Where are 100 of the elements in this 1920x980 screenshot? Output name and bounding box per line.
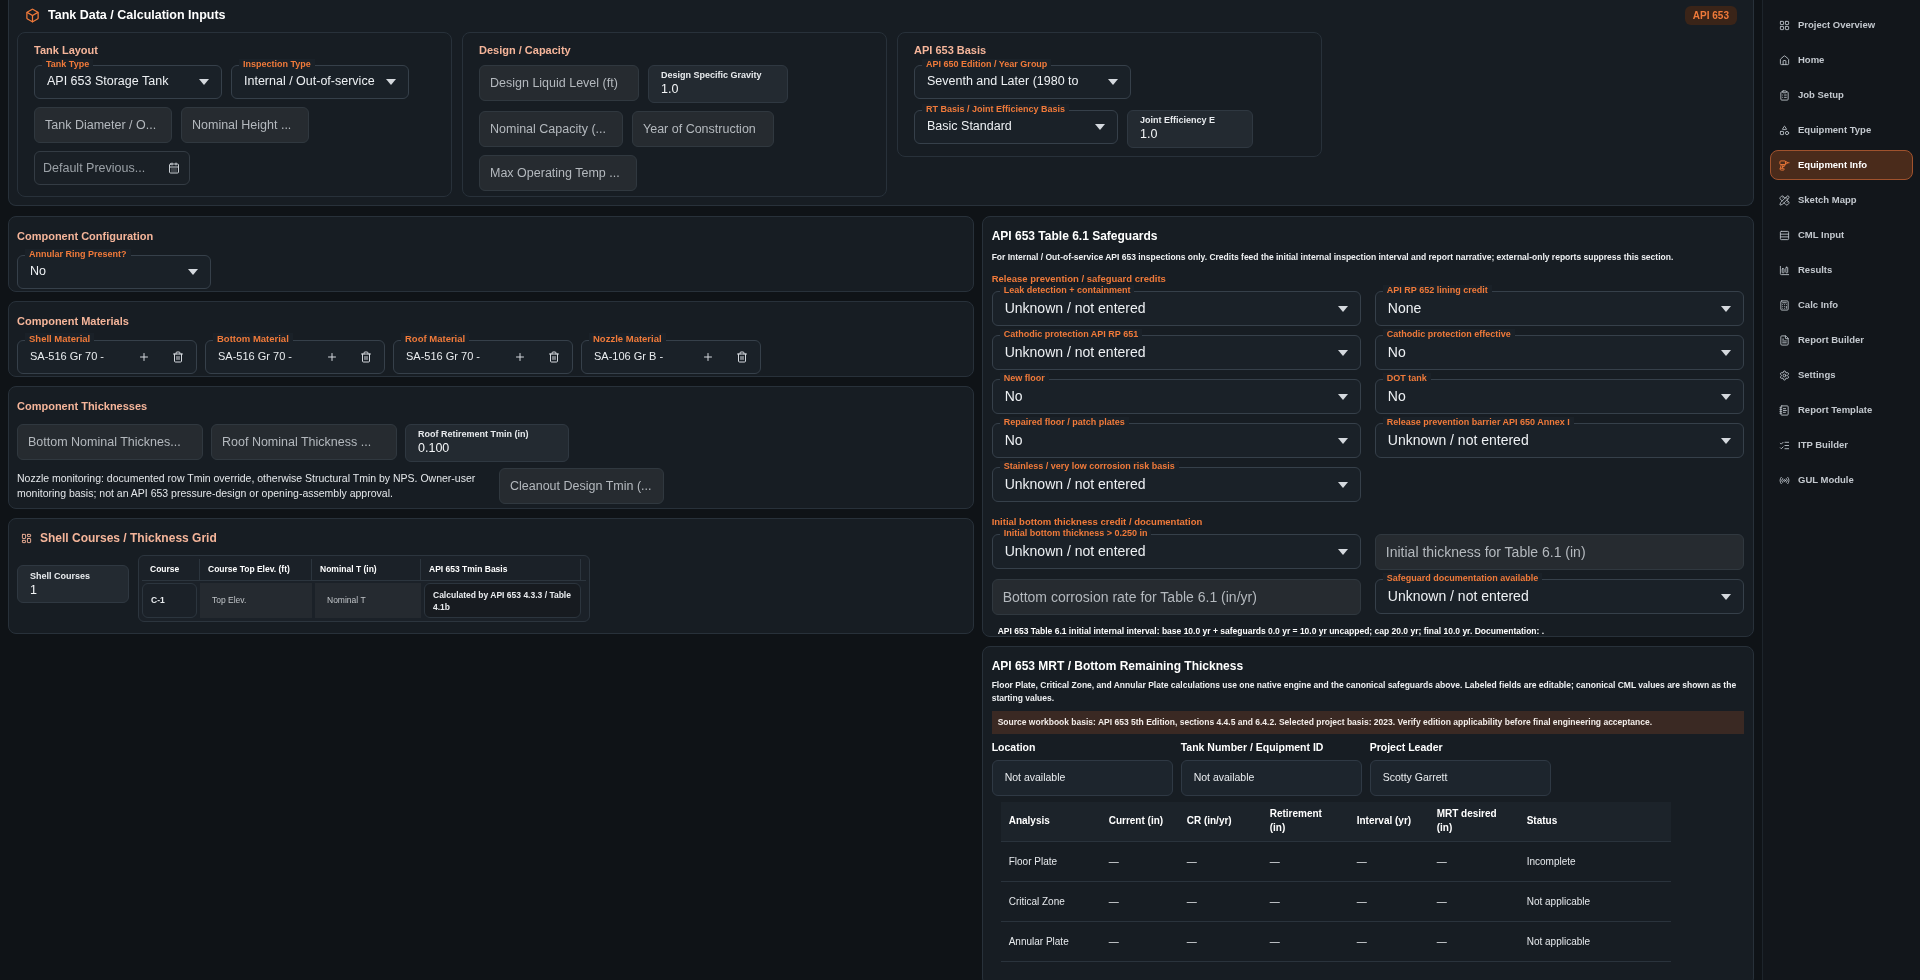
- input-field[interactable]: Not available: [1180, 759, 1362, 796]
- nav-item[interactable]: Settings: [1770, 360, 1913, 390]
- section-title: Component Configuration: [17, 229, 155, 244]
- table-cell-text: —: [1185, 854, 1198, 869]
- field-label: Roof Material: [401, 332, 470, 345]
- delete-icon[interactable]: [360, 350, 372, 363]
- nav-item[interactable]: Report Template: [1770, 395, 1913, 425]
- caret-icon: [1337, 393, 1348, 400]
- input-field[interactable]: Max Operating Temp ...: [479, 154, 637, 191]
- input-field[interactable]: Year of Construction: [632, 110, 774, 147]
- group-title: Tank Layout: [34, 43, 99, 58]
- input-field[interactable]: Initial thickness for Table 6.1 (in): [1374, 534, 1744, 570]
- table-cell-text: —: [1435, 894, 1448, 909]
- group-title: Design / Capacity: [479, 43, 572, 58]
- input-field[interactable]: Design Specific Gravity 1.0: [648, 64, 788, 103]
- field-label: Bottom Material: [213, 332, 293, 345]
- table-cell-text: Critical Zone: [1007, 894, 1066, 909]
- input-field[interactable]: Joint Efficiency E 1.0: [1127, 109, 1253, 148]
- nav-item[interactable]: Sketch Mapp: [1770, 185, 1913, 215]
- nav-item[interactable]: Job Setup: [1770, 80, 1913, 110]
- add-icon[interactable]: [326, 350, 338, 363]
- caret-icon: [1337, 548, 1348, 555]
- field-label: Location: [991, 739, 1037, 755]
- add-icon[interactable]: [702, 350, 714, 363]
- group-heading: Release prevention / safeguard credits: [991, 273, 1167, 285]
- table-cell-text: Annular Plate: [1007, 934, 1070, 949]
- field-label: Safeguard documentation available: [1382, 573, 1543, 583]
- table-cell-text: —: [1107, 854, 1120, 869]
- section-title: API 653 Table 6.1 Safeguards: [991, 228, 1159, 245]
- delete-icon[interactable]: [548, 350, 560, 363]
- input-field[interactable]: Bottom Nominal Thicknes...: [17, 423, 203, 460]
- caret-icon: [386, 78, 396, 85]
- calendar-icon[interactable]: [168, 161, 180, 174]
- calculator-icon: [1779, 299, 1790, 311]
- caret-icon: [1337, 481, 1348, 488]
- caret-icon: [1095, 123, 1105, 130]
- add-icon[interactable]: [514, 350, 526, 363]
- input-field[interactable]: Tank Diameter / O...: [34, 106, 172, 143]
- section-title: Component Materials: [17, 314, 130, 329]
- nav-item[interactable]: Equipment Type: [1770, 115, 1913, 145]
- field-label: Tank Number / Equipment ID: [1180, 739, 1325, 755]
- caret-icon: [1721, 593, 1731, 600]
- shapes-icon: [1779, 124, 1790, 136]
- field-label: Repaired floor / patch plates: [999, 417, 1129, 427]
- monitoring-note: Nozzle monitoring: documented row Tmin override, otherwise Structural Tmin by NPS. Owner-user monitoring basis; not an API 653 pressure-design or opening-assembly approval.: [17, 470, 477, 501]
- table-cell-text: —: [1355, 894, 1368, 909]
- column-header: MRT desired (in): [1435, 807, 1498, 835]
- table-input[interactable]: Top Elev.: [200, 583, 312, 618]
- input-field[interactable]: Roof Nominal Thickness ...: [211, 423, 397, 460]
- caret-icon: [1721, 349, 1731, 356]
- table-cell-text: Not applicable: [1525, 894, 1592, 909]
- nav-item[interactable]: Home: [1770, 45, 1913, 75]
- home-icon: [1779, 54, 1790, 66]
- input-field[interactable]: Bottom corrosion rate for Table 6.1 (in/yr): [991, 579, 1361, 615]
- input-field[interactable]: Nominal Capacity (...: [479, 110, 623, 147]
- table-cell-text: Not applicable: [1525, 934, 1592, 949]
- nav-item[interactable]: Results: [1770, 255, 1913, 285]
- column-header: Retirement (in): [1268, 807, 1323, 835]
- nav-item[interactable]: GUL Module: [1770, 465, 1913, 495]
- field-label: Nozzle Material: [589, 332, 666, 345]
- nav-item[interactable]: Calc Info: [1770, 290, 1913, 320]
- nav-item[interactable]: ITP Builder: [1770, 430, 1913, 460]
- standard-badge: API 653: [1684, 5, 1737, 25]
- checklist-icon: [1779, 439, 1790, 451]
- nav-item[interactable]: Equipment Info: [1770, 150, 1913, 180]
- table-cell-text: —: [1435, 934, 1448, 949]
- delete-icon[interactable]: [736, 350, 748, 363]
- nav-item[interactable]: CML Input: [1770, 220, 1913, 250]
- field-label: Tank Type: [42, 58, 94, 69]
- column-header: Interval (yr): [1355, 814, 1413, 828]
- caret-icon: [1337, 305, 1348, 312]
- caret-icon: [188, 268, 198, 275]
- field-label: Cathodic protection effective: [1382, 329, 1515, 339]
- input-field[interactable]: Cleanout Design Tmin (...: [499, 467, 664, 504]
- column-header: Course: [142, 559, 200, 580]
- broadcast-icon: [1779, 474, 1790, 486]
- add-icon[interactable]: [138, 350, 150, 363]
- table-input[interactable]: Nominal T: [315, 583, 421, 618]
- nav-item[interactable]: Report Builder: [1770, 325, 1913, 355]
- input-field[interactable]: Roof Retirement Tmin (in) 0.100: [405, 423, 569, 462]
- section-title: Component Thicknesses: [17, 399, 149, 414]
- grid-icon: [1779, 19, 1790, 31]
- delete-icon[interactable]: [172, 350, 184, 363]
- caret-icon: [1721, 437, 1731, 444]
- column-header: Current (in): [1107, 814, 1165, 828]
- column-header: CR (in/yr): [1185, 814, 1233, 828]
- nav-item[interactable]: Project Overview: [1770, 10, 1913, 40]
- input-field[interactable]: Not available: [991, 759, 1173, 796]
- input-field[interactable]: Shell Courses 1: [17, 565, 129, 603]
- input-field[interactable]: Nominal Height ...: [181, 106, 309, 143]
- caret-icon: [1721, 305, 1731, 312]
- course-cell: C-1: [142, 583, 197, 618]
- input-field[interactable]: Scotty Garrett: [1369, 759, 1551, 796]
- caret-icon: [1337, 437, 1348, 444]
- bar-chart-icon: [1779, 264, 1790, 276]
- field-label: DOT tank: [1382, 373, 1431, 383]
- field-value: SA-516 Gr 70 -: [218, 349, 293, 365]
- date-field[interactable]: Default Previous...: [34, 150, 190, 185]
- input-field[interactable]: Design Liquid Level (ft): [479, 64, 639, 101]
- notebook-icon: [1779, 404, 1790, 416]
